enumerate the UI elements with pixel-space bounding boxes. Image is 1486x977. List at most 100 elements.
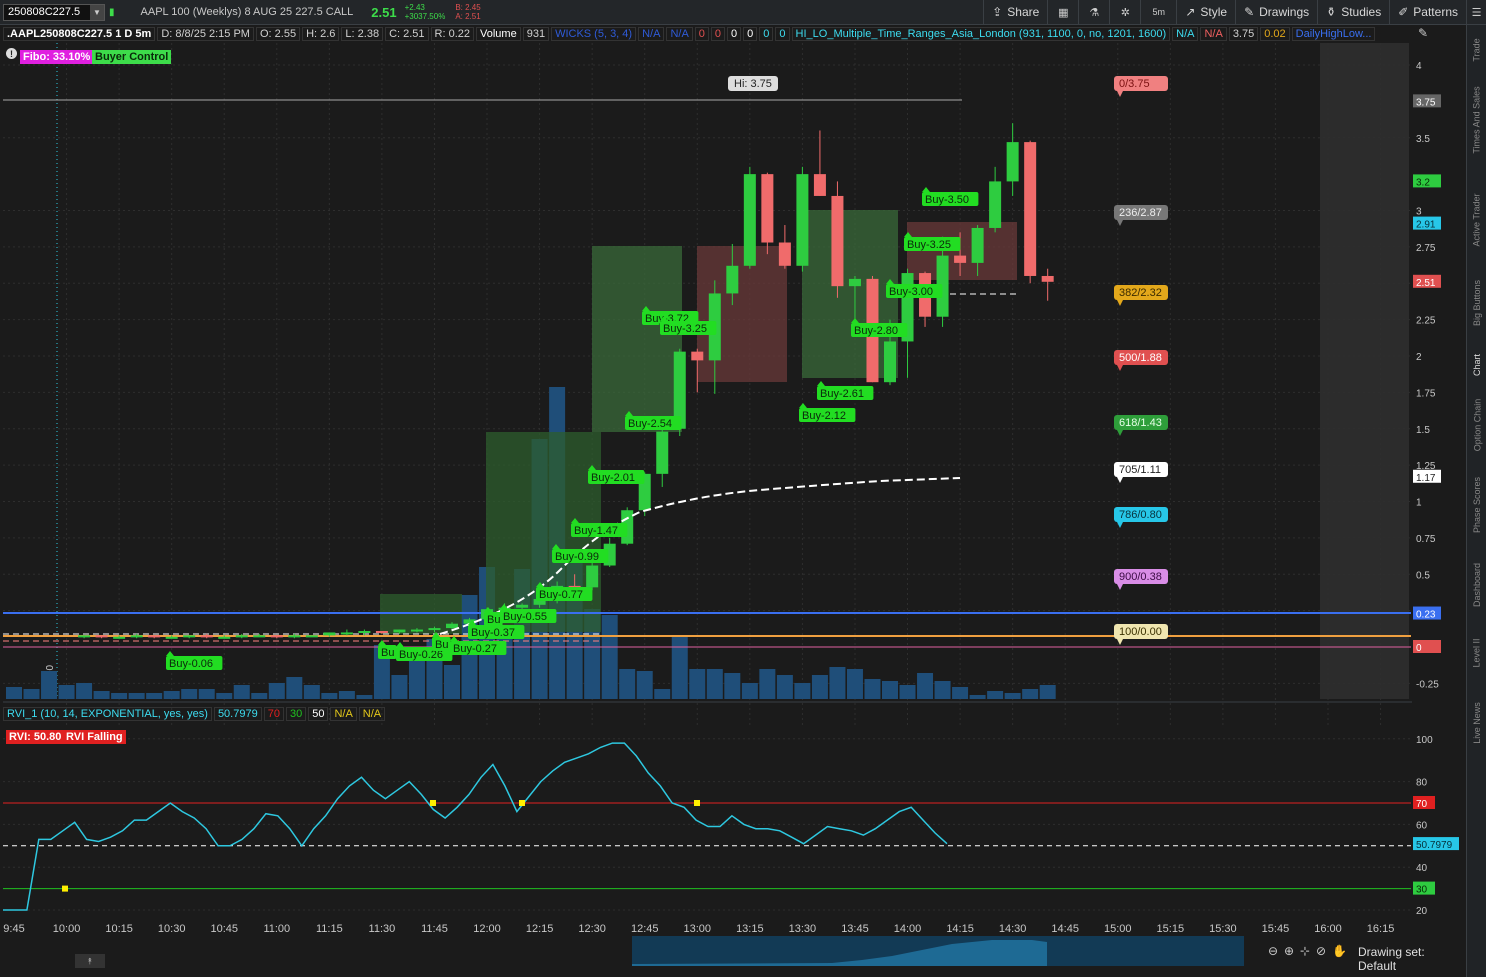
fib-label-text: 786/0.80 (1119, 509, 1162, 521)
candle-body (831, 195, 844, 287)
buy-label-text: Buy-0.27 (453, 643, 497, 655)
time-tick-label: 14:30 (999, 923, 1027, 935)
price-chart[interactable]: 43.532.752.52.2521.751.51.2510.750.50.25… (0, 0, 1466, 942)
time-tick-label: 10:30 (158, 923, 186, 935)
volume-bar (128, 693, 145, 699)
buy-label-text: Buy-3.50 (925, 194, 969, 206)
navigator-strip[interactable] (632, 936, 1244, 966)
time-tick-label: 12:30 (578, 923, 606, 935)
buy-label-text: Buy-3.25 (663, 323, 707, 335)
volume-bar (706, 669, 723, 699)
candle-body (200, 635, 213, 638)
time-tick-label: 11:30 (369, 923, 396, 935)
fib-label-text: 900/0.38 (1119, 571, 1162, 583)
candle-body (358, 630, 371, 633)
crosshair-icon[interactable]: ⊹ (1300, 944, 1310, 958)
volume-bar (934, 681, 951, 699)
volume-bar (356, 695, 373, 699)
price-tag-text: 0 (1416, 643, 1422, 654)
time-tick-label: 12:00 (473, 923, 501, 935)
side-tab-label: Active Trader (1472, 193, 1482, 247)
buy-label-text: Buy-0.06 (169, 658, 213, 670)
volume-bar (93, 691, 110, 699)
candle-body (691, 351, 704, 361)
rvi-tag-text: 70 (1416, 799, 1428, 810)
time-tick-label: 10:00 (53, 923, 81, 935)
side-tab-label: Times And Sales (1472, 86, 1483, 154)
volume-bar (6, 687, 22, 699)
price-tick-label: 2.75 (1416, 243, 1436, 254)
fib-label-text: 236/2.87 (1119, 207, 1162, 219)
side-tab[interactable]: Chart (1467, 345, 1486, 385)
volume-bar (146, 693, 163, 699)
side-tab[interactable]: Dashboard (1467, 550, 1486, 620)
volume-bar (216, 693, 233, 699)
drawing-set-label[interactable]: Drawing set: Default (1358, 945, 1466, 973)
candle-body (796, 174, 809, 266)
menu-button[interactable]: ☰ (1466, 0, 1486, 25)
side-tab[interactable]: Active Trader (1467, 175, 1486, 265)
price-tick-label: 3.5 (1416, 134, 1430, 145)
price-tick-label: 1.5 (1416, 425, 1430, 436)
side-tab[interactable]: Times And Sales (1467, 75, 1486, 165)
volume-bar (181, 689, 198, 699)
rvi-30: 30 (285, 707, 307, 721)
candle-body (410, 629, 423, 632)
volume-bar (198, 689, 215, 699)
rvi-study-label[interactable]: RVI_1 (10, 14, EXPONENTIAL, yes, yes) (3, 707, 212, 721)
rvi-50: 50 (308, 707, 329, 721)
buy-label-text: Buy-2.61 (820, 388, 864, 400)
volume-bar (303, 685, 320, 699)
candle-body (78, 635, 91, 638)
price-tick-label: 4 (1416, 61, 1422, 72)
volume-bar (689, 669, 706, 699)
zoom-in-icon[interactable]: ⊕ (1284, 944, 1294, 958)
price-tag-text: 3.75 (1416, 97, 1436, 108)
buy-label-text: Bu (487, 614, 500, 626)
price-tick-label: 1 (1416, 498, 1422, 509)
side-tab[interactable]: Live News (1467, 685, 1486, 760)
price-tag-text: 3.2 (1416, 177, 1430, 188)
side-tab-label: Level II (1472, 637, 1482, 668)
rvi-signal-dot (62, 885, 68, 892)
candle-body (1024, 142, 1037, 276)
rvi-value: 50.7979 (213, 707, 262, 721)
volume-bar (251, 693, 268, 699)
right-side-panel: Trade Times And Sales Active Trader Big But… (1466, 25, 1486, 977)
candle-body (340, 632, 353, 635)
info-icon[interactable]: ! (6, 48, 17, 59)
candle-body (130, 635, 143, 638)
candle-body (1041, 275, 1054, 282)
side-tab[interactable]: Option Chain (1467, 390, 1486, 460)
zoom-out-icon[interactable]: ⊖ (1268, 944, 1278, 958)
price-tag-text: 2.91 (1416, 220, 1436, 231)
rvi-tick-label: 60 (1416, 820, 1428, 831)
side-tab-label: Chart (1472, 353, 1483, 377)
scroll-left-button[interactable]: ⯭ (75, 954, 105, 968)
time-tick-label: 11:45 (421, 923, 448, 935)
volume-bar (268, 683, 285, 699)
rvi-falling-badge: RVI Falling (63, 730, 126, 744)
fibo-badge: Fibo: 33.10% (20, 50, 94, 64)
volume-bar (811, 675, 828, 699)
price-tick-label: 0.75 (1416, 534, 1436, 545)
hand-icon[interactable]: ✋ (1332, 944, 1347, 958)
price-tick-label: 2 (1416, 352, 1422, 363)
volume-bar (233, 685, 250, 699)
buy-label-text: Buy-2.80 (854, 325, 898, 337)
buy-label-text: Buy-3.00 (889, 286, 933, 298)
price-tag-text: 1.17 (1416, 473, 1436, 484)
candle-body (778, 242, 791, 266)
buy-label-text: Buy-0.55 (503, 611, 547, 623)
buy-label-text: Buy-0.77 (539, 589, 583, 601)
candle-body (428, 628, 441, 631)
rvi-signal-dot (430, 800, 436, 806)
side-tab[interactable]: Trade (1467, 25, 1486, 75)
time-tick-label: 15:15 (1157, 923, 1185, 935)
volume-bar (444, 665, 460, 699)
side-tab[interactable]: Phase Scores (1467, 465, 1486, 545)
buy-label-text: Buy-0.37 (471, 627, 515, 639)
side-tab[interactable]: Big Buttons (1467, 265, 1486, 340)
magnet-icon[interactable]: ⊘ (1316, 944, 1326, 958)
side-tab[interactable]: Level II (1467, 625, 1486, 680)
